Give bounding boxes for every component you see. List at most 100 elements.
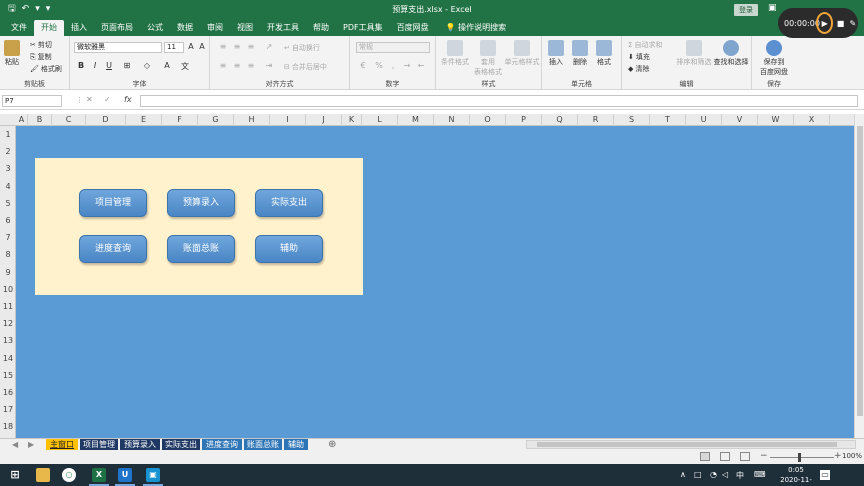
tab-pdf-tools[interactable]: PDF工具集 (336, 20, 390, 36)
align-left-icon[interactable]: ≡ (218, 61, 228, 70)
tab-home[interactable]: 开始 (34, 20, 64, 36)
normal-view-icon[interactable] (700, 452, 710, 461)
format-cells-button[interactable]: 格式 (596, 40, 612, 67)
comma-icon[interactable]: , (388, 61, 398, 70)
column-header[interactable]: U (686, 114, 722, 126)
tab-help[interactable]: 帮助 (306, 20, 336, 36)
number-format-select[interactable]: 常规 (356, 42, 430, 53)
row-header[interactable]: 7 (0, 233, 16, 242)
auxiliary-button[interactable]: 辅助 (255, 235, 323, 263)
sheet-tab[interactable]: 项目管理 (80, 439, 118, 450)
project-management-button[interactable]: 项目管理 (79, 189, 147, 217)
customize-qat-icon[interactable]: ▾ (46, 4, 51, 14)
notification-icon[interactable]: ▭ (820, 470, 830, 480)
ime-indicator[interactable]: 中 (736, 470, 744, 481)
page-break-view-icon[interactable] (740, 452, 750, 461)
system-clock[interactable]: 0:05 2020-11-04 (776, 465, 816, 486)
bold-button[interactable]: B (76, 61, 86, 70)
column-header[interactable]: F (162, 114, 198, 126)
sheet-tab[interactable]: 实际支出 (162, 439, 200, 450)
column-header[interactable]: T (650, 114, 686, 126)
tab-page-layout[interactable]: 页面布局 (94, 20, 140, 36)
row-header[interactable]: 12 (0, 319, 16, 328)
paste-button[interactable]: 粘贴 (4, 40, 20, 67)
column-header[interactable]: Q (542, 114, 578, 126)
tab-formulas[interactable]: 公式 (140, 20, 170, 36)
progress-query-button[interactable]: 进度查询 (79, 235, 147, 263)
align-center-icon[interactable]: ≡ (232, 61, 242, 70)
wrap-text-button[interactable]: ↵ 自动换行 (284, 43, 320, 53)
row-header[interactable]: 4 (0, 182, 16, 191)
pen-icon[interactable]: ✎ (848, 16, 858, 30)
tab-review[interactable]: 审阅 (200, 20, 230, 36)
zoom-level[interactable]: 100% (842, 452, 862, 460)
keyboard-icon[interactable]: ⌨ (754, 470, 766, 479)
column-header[interactable]: I (270, 114, 306, 126)
column-header[interactable]: V (722, 114, 758, 126)
name-box[interactable]: P7 (2, 95, 62, 107)
sort-filter-button[interactable]: 排序和筛选 (676, 40, 712, 67)
tab-view[interactable]: 视图 (230, 20, 260, 36)
row-header[interactable]: 5 (0, 199, 16, 208)
currency-icon[interactable]: € (358, 61, 368, 70)
tray-overflow-icon[interactable]: ∧ (680, 470, 686, 479)
tab-baidu-netdisk[interactable]: 百度网盘 (390, 20, 436, 36)
font-color-icon[interactable]: A (162, 61, 172, 70)
column-header[interactable]: D (86, 114, 126, 126)
cancel-icon[interactable]: ✕ (86, 95, 93, 104)
undo-icon[interactable]: ↶ (22, 4, 30, 14)
column-header[interactable]: L (362, 114, 398, 126)
column-header[interactable]: N (434, 114, 470, 126)
insert-cells-button[interactable]: 插入 (548, 40, 564, 67)
fill-color-icon[interactable]: ◇ (142, 61, 152, 70)
increase-decimal-icon[interactable]: → (402, 61, 412, 70)
cell-styles-button[interactable]: 单元格样式 (502, 40, 542, 67)
align-middle-icon[interactable]: ≡ (232, 42, 242, 51)
delete-cells-button[interactable]: 删除 (572, 40, 588, 67)
indent-icon[interactable]: ⇥ (264, 61, 274, 70)
tab-data[interactable]: 数据 (170, 20, 200, 36)
play-icon[interactable]: ▶ (816, 12, 834, 34)
actual-expense-button[interactable]: 实际支出 (255, 189, 323, 217)
zoom-slider-track[interactable] (770, 457, 834, 458)
column-header[interactable]: E (126, 114, 162, 126)
formula-input[interactable] (140, 95, 858, 107)
tell-me-search[interactable]: 💡 操作说明搜索 (436, 20, 507, 36)
copy-button[interactable]: ⎘ 复制 (30, 52, 52, 62)
fill-button[interactable]: ⬇ 填充 (628, 52, 650, 62)
align-bottom-icon[interactable]: ≡ (246, 42, 256, 51)
decrease-decimal-icon[interactable]: ← (416, 61, 426, 70)
column-header[interactable]: W (758, 114, 794, 126)
column-header[interactable]: R (578, 114, 614, 126)
conditional-format-button[interactable]: 条件格式 (438, 40, 472, 67)
windows-start-icon[interactable]: ⊞ (8, 468, 22, 482)
stop-icon[interactable]: ■ (835, 16, 845, 30)
sheet-tab[interactable]: 主窗口 (46, 439, 78, 450)
find-select-button[interactable]: 查找和选择 (712, 40, 750, 67)
orientation-icon[interactable]: ↗ (264, 42, 274, 51)
zoom-slider-knob[interactable] (798, 453, 801, 462)
align-right-icon[interactable]: ≡ (246, 61, 256, 70)
save-to-netdisk-button[interactable]: 保存到 百度网盘 (756, 40, 792, 77)
column-header[interactable]: A (16, 114, 28, 126)
formula-bar-splitter[interactable]: ⋮ (76, 96, 83, 104)
sheet-tab[interactable]: 辅助 (284, 439, 308, 450)
column-header[interactable]: C (52, 114, 86, 126)
border-icon[interactable]: ⊞ (122, 61, 132, 70)
column-header[interactable]: X (794, 114, 830, 126)
row-header[interactable]: 8 (0, 250, 16, 259)
horizontal-scrollbar[interactable] (526, 440, 856, 449)
file-explorer-icon[interactable] (36, 468, 50, 482)
budget-entry-button[interactable]: 预算录入 (167, 189, 235, 217)
excel-taskbar-icon[interactable]: X (92, 468, 106, 482)
row-header[interactable]: 14 (0, 354, 16, 363)
autosum-button[interactable]: Σ 自动求和 (628, 40, 662, 50)
row-header[interactable]: 16 (0, 388, 16, 397)
ribbon-display-icon[interactable]: ▣ (768, 3, 777, 13)
cut-button[interactable]: ✂ 剪切 (30, 40, 52, 50)
column-header[interactable]: S (614, 114, 650, 126)
row-header[interactable]: 2 (0, 147, 16, 156)
column-header[interactable]: O (470, 114, 506, 126)
save-icon[interactable]: 🖫 (8, 1, 16, 17)
column-header[interactable]: G (198, 114, 234, 126)
